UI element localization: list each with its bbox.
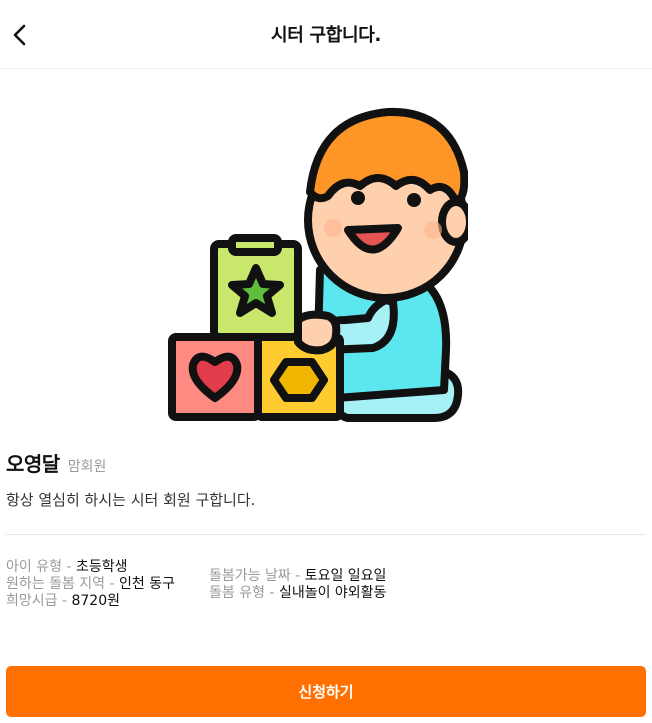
top-bar: 시터 구합니다.	[0, 0, 652, 69]
info-column-left: 아이 유형 - 초등학생 원하는 돌봄 지역 - 인천 동구 희망시급 - 87…	[6, 559, 175, 610]
info-row-care-area: 원하는 돌봄 지역 - 인천 동구	[6, 576, 175, 592]
baby-with-toy-blocks-illustration	[168, 107, 474, 422]
member-name: 오영달	[6, 452, 60, 476]
info-value: 인천 동구	[119, 576, 175, 592]
info-value: 실내놀이 야외활동	[278, 585, 387, 601]
divider	[6, 534, 646, 535]
post-description: 항상 열심히 하시는 시터 회원 구합니다.	[6, 491, 256, 509]
profile-header: 오영달 맘회원	[6, 448, 106, 477]
apply-button[interactable]: 신청하기	[6, 666, 646, 717]
member-type-label: 맘회원	[67, 459, 107, 475]
info-value: 초등학생	[75, 559, 128, 575]
info-column-right: 돌봄가능 날짜 - 토요일 일요일 돌봄 유형 - 실내놀이 야외활동	[209, 568, 386, 602]
info-row-available-days: 돌봄가능 날짜 - 토요일 일요일	[209, 568, 387, 584]
info-value: 토요일 일요일	[304, 568, 387, 584]
info-label: 돌봄가능 날짜	[209, 568, 291, 584]
info-row-child-type: 아이 유형 - 초등학생	[6, 559, 128, 575]
info-label: 원하는 돌봄 지역	[6, 576, 106, 592]
info-label: 희망시급	[6, 593, 58, 609]
info-value: 8720원	[71, 593, 120, 609]
info-row-care-type: 돌봄 유형 - 실내놀이 야외활동	[209, 585, 387, 601]
page-title: 시터 구합니다.	[270, 25, 382, 46]
info-row-hourly-wage: 희망시급 - 8720원	[6, 593, 120, 609]
hero-illustration	[168, 80, 474, 425]
info-label: 아이 유형	[6, 559, 62, 575]
info-label: 돌봄 유형	[209, 585, 265, 601]
